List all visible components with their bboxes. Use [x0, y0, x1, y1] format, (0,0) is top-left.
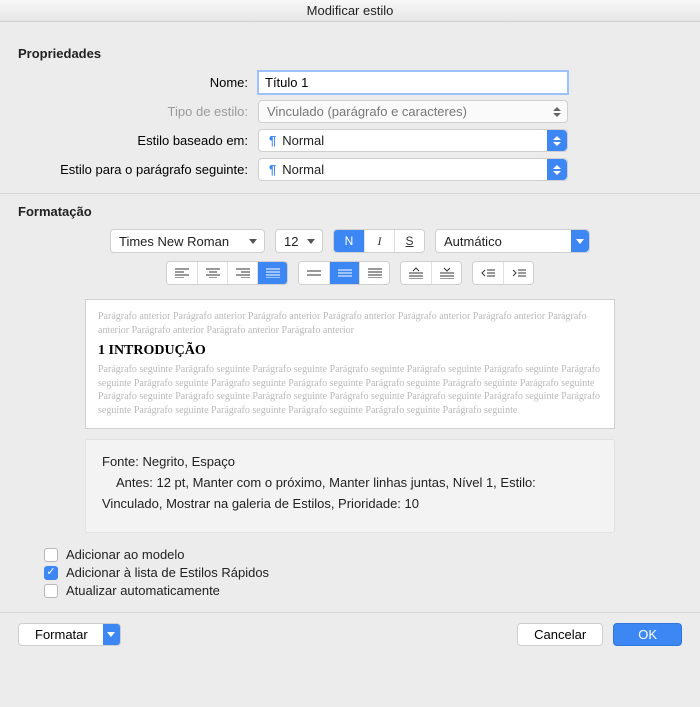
- style-description: Fonte: Negrito, Espaço Antes: 12 pt, Man…: [85, 439, 615, 533]
- add-to-quicklist-label: Adicionar à lista de Estilos Rápidos: [66, 565, 269, 580]
- font-color-select[interactable]: Autmático: [435, 229, 590, 253]
- auto-update-label: Atualizar automaticamente: [66, 583, 220, 598]
- style-type-value: Vinculado (parágrafo e caracteres): [267, 104, 467, 119]
- align-left-button[interactable]: [167, 262, 197, 284]
- preview-panel: Parágrafo anterior Parágrafo anterior Pa…: [85, 299, 615, 429]
- pilcrow-icon: ¶: [269, 162, 276, 177]
- spacing-2-button[interactable]: [359, 262, 389, 284]
- pilcrow-icon: ¶: [269, 133, 276, 148]
- format-button-label[interactable]: Formatar: [18, 623, 105, 646]
- chevron-down-icon[interactable]: [103, 623, 121, 646]
- label-type: Tipo de estilo:: [18, 104, 258, 119]
- paragraph-spacing-group: [400, 261, 462, 285]
- decrease-before-button[interactable]: [431, 262, 461, 284]
- auto-update-checkbox[interactable]: [44, 584, 58, 598]
- underline-button[interactable]: S: [394, 230, 424, 252]
- font-select[interactable]: Times New Roman: [110, 229, 265, 253]
- chevron-down-icon: [571, 230, 589, 252]
- alignment-group: [166, 261, 288, 285]
- window-title: Modificar estilo: [0, 0, 700, 22]
- italic-button[interactable]: I: [364, 230, 394, 252]
- cancel-button[interactable]: Cancelar: [517, 623, 603, 646]
- section-formatting: Formatação: [18, 204, 682, 219]
- chevron-updown-icon: [547, 159, 567, 180]
- preview-next-paragraph: Parágrafo seguinte Parágrafo seguinte Pa…: [98, 363, 602, 417]
- ok-button[interactable]: OK: [613, 623, 682, 646]
- bold-button[interactable]: N: [334, 230, 364, 252]
- line-spacing-group: [298, 261, 390, 285]
- style-type-select: Vinculado (parágrafo e caracteres): [258, 100, 568, 123]
- label-next: Estilo para o parágrafo seguinte:: [18, 162, 258, 177]
- based-on-value: Normal: [282, 133, 324, 148]
- preview-heading: 1 INTRODUÇÃO: [98, 343, 602, 359]
- spacing-1-button[interactable]: [299, 262, 329, 284]
- font-size-value: 12: [284, 234, 298, 249]
- desc-line2: Antes: 12 pt, Manter com o próximo, Mant…: [102, 473, 598, 494]
- add-to-quicklist-checkbox[interactable]: ✓: [44, 566, 58, 580]
- align-justify-button[interactable]: [257, 262, 287, 284]
- preview-prev-paragraph: Parágrafo anterior Parágrafo anterior Pa…: [98, 310, 602, 337]
- section-properties: Propriedades: [18, 46, 682, 61]
- font-color-value: Autmático: [444, 234, 502, 249]
- indent-group: [472, 261, 534, 285]
- chevron-updown-icon: [547, 101, 567, 122]
- desc-line1: Fonte: Negrito, Espaço: [102, 452, 598, 473]
- font-value: Times New Roman: [119, 234, 229, 249]
- desc-line3: Vinculado, Mostrar na galeria de Estilos…: [102, 494, 598, 515]
- align-right-button[interactable]: [227, 262, 257, 284]
- spacing-15-button[interactable]: [329, 262, 359, 284]
- font-size-select[interactable]: 12: [275, 229, 323, 253]
- decrease-indent-button[interactable]: [473, 262, 503, 284]
- increase-before-button[interactable]: [401, 262, 431, 284]
- next-paragraph-value: Normal: [282, 162, 324, 177]
- chevron-updown-icon: [547, 130, 567, 151]
- increase-indent-button[interactable]: [503, 262, 533, 284]
- based-on-select[interactable]: ¶ Normal: [258, 129, 568, 152]
- align-center-button[interactable]: [197, 262, 227, 284]
- format-menu-button[interactable]: Formatar: [18, 623, 121, 646]
- add-to-template-checkbox[interactable]: [44, 548, 58, 562]
- label-based: Estilo baseado em:: [18, 133, 258, 148]
- next-paragraph-select[interactable]: ¶ Normal: [258, 158, 568, 181]
- font-style-group: N I S: [333, 229, 425, 253]
- add-to-template-label: Adicionar ao modelo: [66, 547, 185, 562]
- name-input[interactable]: [258, 71, 568, 94]
- label-name: Nome:: [18, 75, 258, 90]
